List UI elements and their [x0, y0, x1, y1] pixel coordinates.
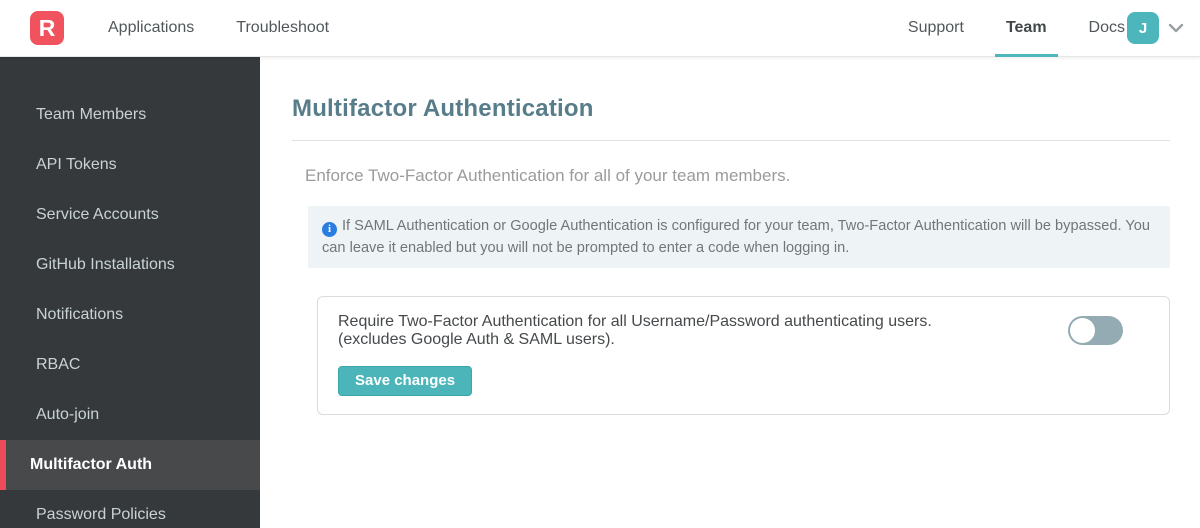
- settings-sidebar: Team Members API Tokens Service Accounts…: [0, 57, 260, 528]
- two-factor-toggle[interactable]: [1068, 316, 1123, 345]
- sidebar-item[interactable]: Auto-join: [0, 390, 260, 440]
- nav-item[interactable]: Support: [908, 0, 964, 57]
- setting-label: Require Two-Factor Authentication for al…: [338, 313, 1048, 349]
- sidebar-item[interactable]: Password Policies: [0, 490, 260, 528]
- page-subtitle: Enforce Two-Factor Authentication for al…: [305, 166, 791, 185]
- rollbar-logo[interactable]: R: [30, 11, 64, 45]
- two-factor-setting-card: Require Two-Factor Authentication for al…: [317, 296, 1170, 415]
- setting-label-line1: Require Two-Factor Authentication for al…: [338, 313, 932, 330]
- info-callout-text: If SAML Authentication or Google Authent…: [322, 218, 1150, 256]
- top-nav-bar: R Applications Troubleshoot Support Team…: [0, 0, 1200, 57]
- avatar[interactable]: J: [1127, 12, 1159, 44]
- sidebar-item[interactable]: Service Accounts: [0, 190, 260, 240]
- nav-item[interactable]: Applications: [108, 0, 194, 57]
- info-callout: i If SAML Authentication or Google Authen…: [308, 206, 1170, 268]
- page-title: Multifactor Authentication: [292, 95, 594, 122]
- sidebar-item[interactable]: API Tokens: [0, 140, 260, 190]
- secondary-nav: Support Team Docs: [908, 0, 1125, 57]
- save-changes-button[interactable]: Save changes: [338, 366, 473, 396]
- sidebar-item[interactable]: Notifications: [0, 290, 260, 340]
- account-menu[interactable]: J: [1127, 12, 1186, 44]
- title-divider: [292, 140, 1170, 141]
- info-icon: i: [322, 221, 337, 237]
- nav-item[interactable]: Troubleshoot: [236, 0, 329, 57]
- sidebar-item[interactable]: GitHub Installations: [0, 240, 260, 290]
- sidebar-item[interactable]: Multifactor Auth: [0, 440, 260, 490]
- setting-label-line2: (excludes Google Auth & SAML users).: [338, 331, 615, 348]
- sidebar-item[interactable]: Team Members: [0, 90, 260, 140]
- main-content: Multifactor Authentication Enforce Two-F…: [260, 57, 1200, 528]
- nav-item[interactable]: Docs: [1089, 0, 1125, 57]
- chevron-down-icon[interactable]: [1166, 18, 1186, 38]
- primary-nav: Applications Troubleshoot: [108, 0, 329, 57]
- nav-item[interactable]: Team: [995, 0, 1058, 57]
- toggle-knob: [1070, 318, 1095, 343]
- sidebar-item[interactable]: RBAC: [0, 340, 260, 390]
